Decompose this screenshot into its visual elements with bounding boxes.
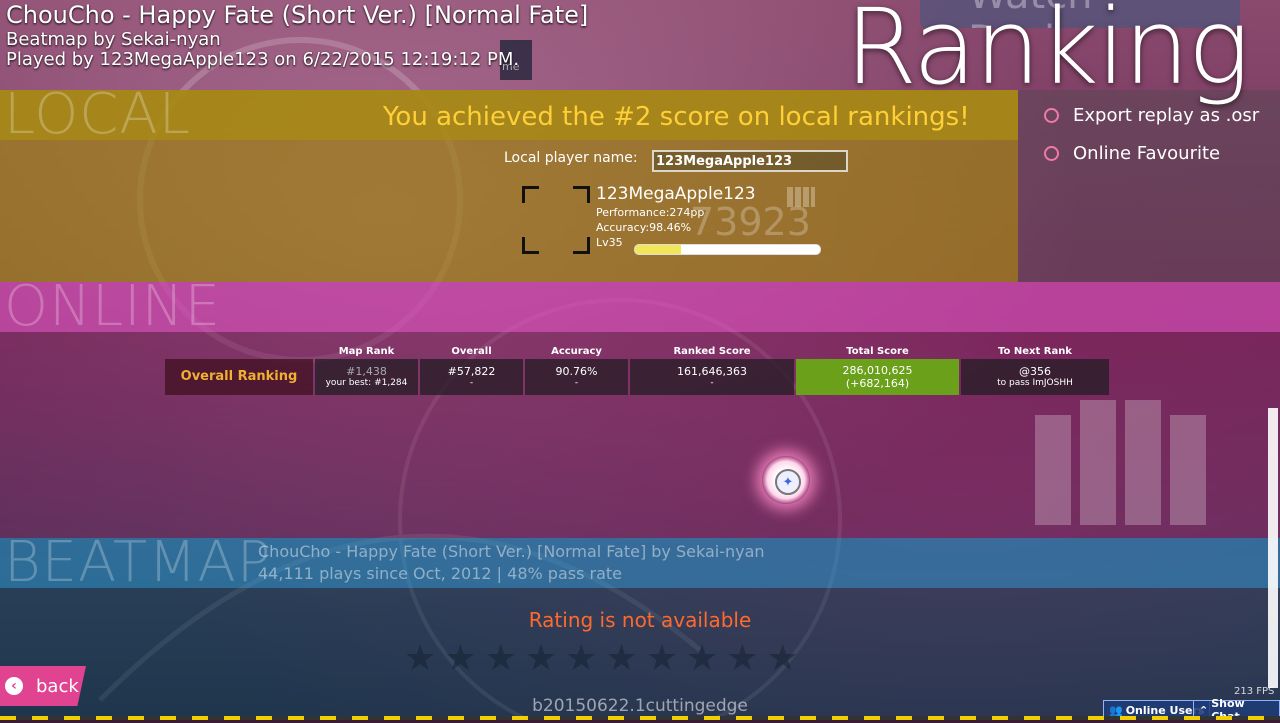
back-label: back [36,675,79,697]
player-name: 123MegaApple123 [596,184,756,204]
avatar[interactable] [522,186,590,254]
stat-map-rank: Map Rank #1,438 your best: #1,284 [315,345,418,395]
stat-header: Total Score [846,346,909,357]
stat-header: Map Rank [338,346,395,357]
online-favourite-option[interactable]: Online Favourite [1044,143,1220,164]
stat-sub: your best: #1,284 [325,378,408,389]
piano-logo-icon [1035,400,1206,525]
star-icon[interactable]: ★ [444,641,476,677]
local-player-name-input[interactable] [652,150,848,172]
beatmap-plays: 44,111 plays since Oct, 2012 | 48% pass … [258,564,622,583]
overall-ranking-column: Overall Ranking [165,345,313,395]
star-icon[interactable]: ★ [767,641,799,677]
star-icon[interactable]: ★ [565,641,597,677]
star-icon[interactable]: ★ [404,641,436,677]
stat-header: Overall [451,346,492,357]
player-level: Lv35 [596,236,623,249]
online-favourite-label: Online Favourite [1073,143,1221,164]
mapper-info: Beatmap by Sekai-nyan [6,28,221,50]
player-accuracy: Accuracy:98.46% [596,221,692,234]
stat-overall: Overall #57,822 - [420,345,523,395]
player-performance: Performance:274pp [596,206,705,219]
stat-value: #57,822 [447,365,496,378]
stat-header: Accuracy [551,346,602,357]
radio-icon [1044,108,1059,123]
local-player-name-label: Local player name: [504,150,638,166]
star-icon[interactable]: ★ [686,641,718,677]
stat-ranked-score: Ranked Score 161,646,363 - [630,345,794,395]
online-stats-table: Overall Ranking Map Rank #1,438 your bes… [165,345,1109,395]
cursor-icon: ✦ [775,469,801,495]
piano-icon [787,187,815,207]
scrollbar[interactable] [1268,408,1278,688]
star-icon[interactable]: ★ [646,641,678,677]
stat-sub: - [469,378,474,389]
level-progress-bar [634,244,821,255]
star-icon[interactable]: ★ [485,641,517,677]
stat-value: #1,438 [346,365,387,378]
stat-value: 90.76% [555,365,598,378]
song-title: ChouCho - Happy Fate (Short Ver.) [Norma… [6,1,589,29]
star-icon[interactable]: ★ [525,641,557,677]
stat-header: Ranked Score [673,346,751,357]
stat-to-next-rank: To Next Rank @356 to pass ImJOSHH [961,345,1109,395]
star-icon[interactable]: ★ [605,641,637,677]
stat-total-score: Total Score 286,010,625 (+682,164) [796,345,959,395]
local-section-label: LOCAL [4,82,191,147]
cursor: ✦ [762,456,810,504]
bottom-stripe [0,716,1280,720]
level-progress-fill [635,245,682,254]
stat-sub: - [574,378,579,389]
header: ChouCho - Happy Fate (Short Ver.) [Norma… [6,1,589,71]
stat-sub: (+682,164) [845,377,910,390]
played-info: Played by 123MegaApple123 on 6/22/2015 1… [6,49,520,71]
stat-sub: to pass ImJOSHH [997,378,1073,389]
online-section-label: ONLINE [4,274,221,339]
stat-accuracy: Accuracy 90.76% - [525,345,628,395]
stat-value: 161,646,363 [677,365,747,378]
users-icon: 👥 [1109,703,1123,717]
export-replay-label: Export replay as .osr [1073,105,1260,126]
rating-stars[interactable]: ★ ★ ★ ★ ★ ★ ★ ★ ★ ★ [404,641,799,677]
version-text: b20150622.1cuttingedge [532,696,748,716]
chevron-up-icon: ⌃ [1199,703,1209,717]
star-icon[interactable]: ★ [726,641,758,677]
stat-header: To Next Rank [998,346,1072,357]
overall-ranking-label: Overall Ranking [165,359,313,395]
back-arrow-icon: ‹ [5,677,23,695]
radio-icon [1044,146,1059,161]
stat-value: 286,010,625 [842,363,913,377]
stat-value: @356 [1019,365,1051,378]
stat-sub: - [710,378,714,389]
screen-title: Ranking [844,0,1250,108]
export-replay-option[interactable]: Export replay as .osr [1044,105,1259,126]
rating-message: Rating is not available [528,608,752,632]
beatmap-section-label: BEATMAP [4,530,272,595]
beatmap-title: ChouCho - Happy Fate (Short Ver.) [Norma… [258,542,765,561]
